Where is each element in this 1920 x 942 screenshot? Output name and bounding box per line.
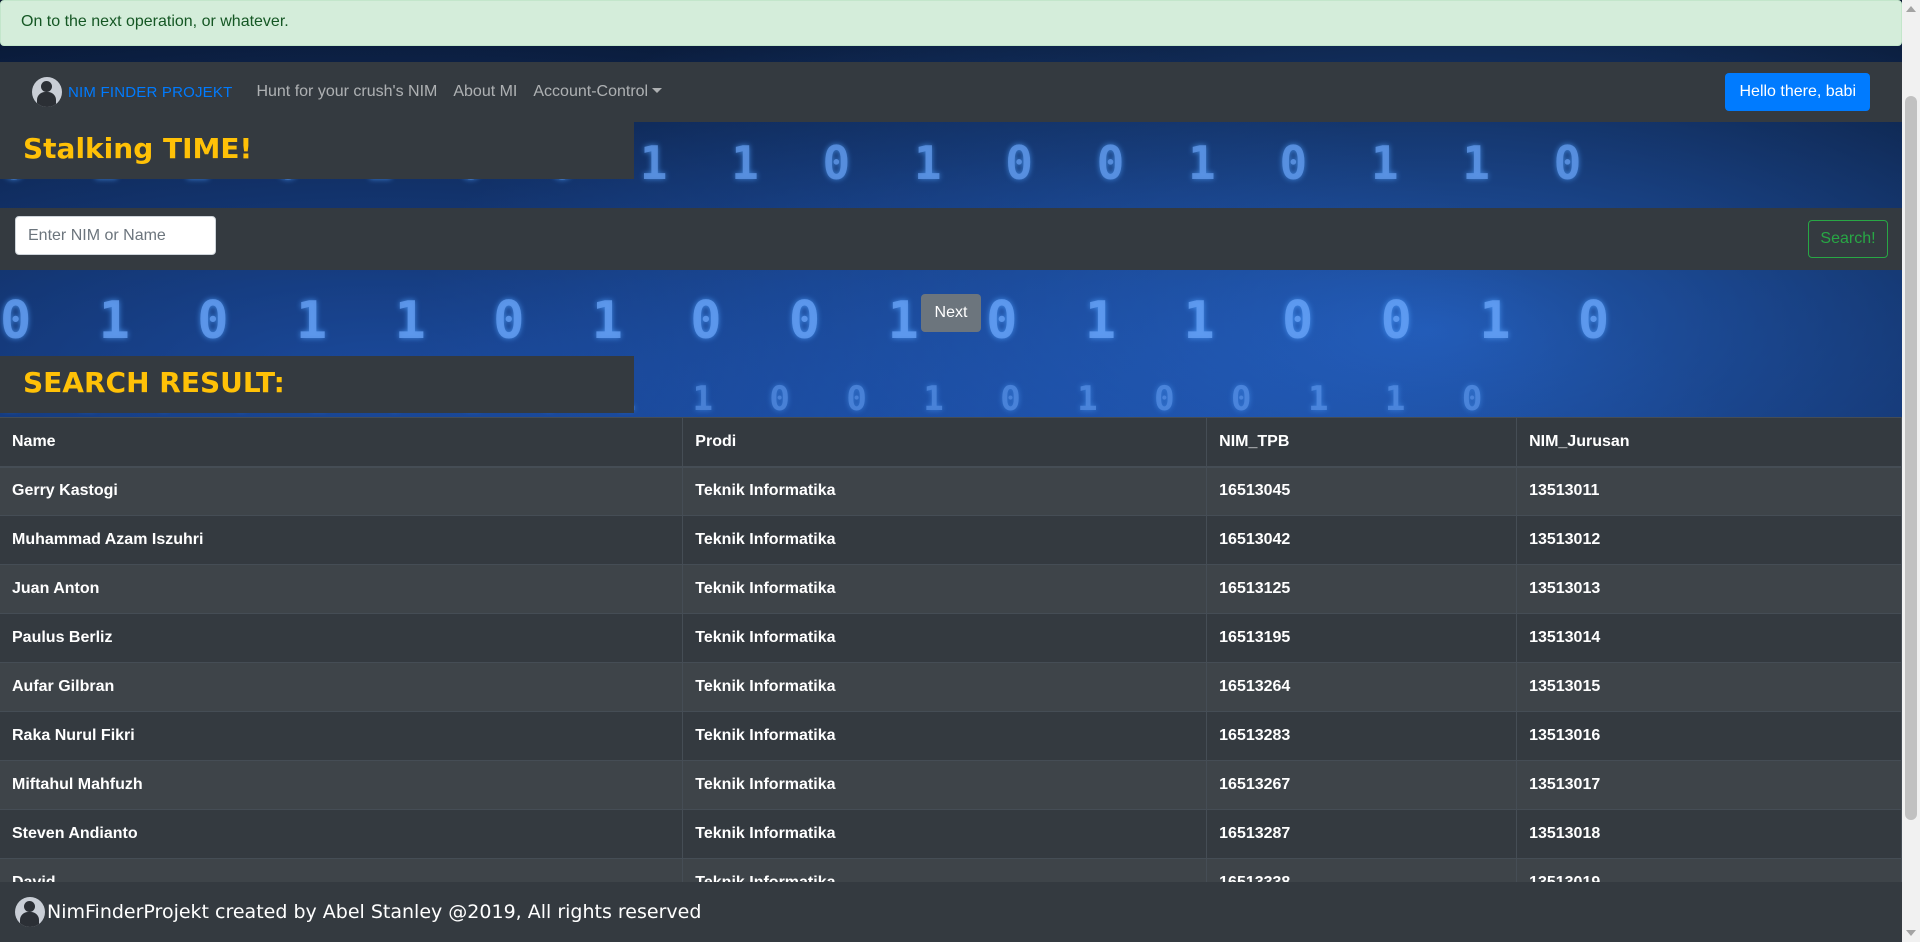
cell-prodi: Teknik Informatika (682, 564, 1208, 614)
stalking-heading-text: Stalking TIME! (23, 132, 253, 165)
cell-name: Paulus Berliz (0, 613, 684, 663)
cell-prodi: Teknik Informatika (682, 662, 1208, 712)
cell-nim-tpb: 16513042 (1206, 515, 1518, 565)
scroll-up-arrow-icon[interactable] (1906, 6, 1916, 12)
cell-nim-jurusan: 13513018 (1516, 809, 1902, 859)
column-header-nim-jurusan: NIM_Jurusan (1516, 417, 1902, 468)
brand-name: NIM FINDER PROJEKT (68, 83, 233, 101)
cell-name: Steven Andianto (0, 809, 684, 859)
cell-nim-tpb: 16513287 (1206, 809, 1518, 859)
cell-prodi: Teknik Informatika (682, 711, 1208, 761)
result-table-container[interactable]: Name Prodi NIM_TPB NIM_Jurusan Gerry Kas… (0, 417, 1902, 882)
nav-dropdown-label: Account-Control (533, 83, 649, 100)
cell-nim-tpb: 16513267 (1206, 760, 1518, 810)
result-table: Name Prodi NIM_TPB NIM_Jurusan Gerry Kas… (0, 417, 1902, 882)
cell-name: David (0, 858, 684, 882)
table-row: Juan Anton Teknik Informatika 16513125 1… (0, 564, 1902, 614)
cell-prodi: Teknik Informatika (682, 760, 1208, 810)
next-page-button[interactable]: Next (921, 294, 981, 332)
search-result-heading: SEARCH RESULT: (0, 356, 634, 413)
cell-nim-jurusan: 13513011 (1516, 466, 1902, 516)
success-alert: On to the next operation, or whatever. (0, 0, 1902, 46)
scroll-down-arrow-icon[interactable] (1906, 930, 1916, 936)
cell-prodi: Teknik Informatika (682, 466, 1208, 516)
cell-nim-jurusan: 13513012 (1516, 515, 1902, 565)
scrollbar-thumb[interactable] (1905, 96, 1917, 820)
cell-nim-jurusan: 13513013 (1516, 564, 1902, 614)
stalking-heading: Stalking TIME! (0, 122, 634, 179)
cell-name: Raka Nurul Fikri (0, 711, 684, 761)
search-input[interactable] (15, 216, 216, 255)
cell-nim-jurusan: 13513015 (1516, 662, 1902, 712)
table-row: David Teknik Informatika 16513338 135130… (0, 858, 1902, 882)
nav-link-about[interactable]: About MI (453, 83, 517, 101)
table-row: Miftahul Mahfuzh Teknik Informatika 1651… (0, 760, 1902, 810)
silhouette-avatar-icon (15, 897, 45, 927)
page-footer: NimFinderProjekt created by Abel Stanley… (0, 882, 1902, 942)
cell-name: Juan Anton (0, 564, 684, 614)
cell-nim-jurusan: 13513019 (1516, 858, 1902, 882)
cell-nim-tpb: 16513283 (1206, 711, 1518, 761)
cell-prodi: Teknik Informatika (682, 613, 1208, 663)
column-header-prodi: Prodi (682, 417, 1208, 468)
cell-nim-jurusan: 13513014 (1516, 613, 1902, 663)
alert-text: On to the next operation, or whatever. (21, 13, 289, 30)
cell-nim-tpb: 16513264 (1206, 662, 1518, 712)
table-row: Raka Nurul Fikri Teknik Informatika 1651… (0, 711, 1902, 761)
cell-name: Miftahul Mahfuzh (0, 760, 684, 810)
search-button[interactable]: Search! (1808, 220, 1888, 258)
column-header-nim-tpb: NIM_TPB (1206, 417, 1518, 468)
brand-link[interactable]: NIM FINDER PROJEKT (32, 77, 232, 107)
silhouette-avatar-icon (32, 77, 62, 107)
table-row: Steven Andianto Teknik Informatika 16513… (0, 809, 1902, 859)
cell-nim-tpb: 16513195 (1206, 613, 1518, 663)
cell-name: Aufar Gilbran (0, 662, 684, 712)
table-row: Aufar Gilbran Teknik Informatika 1651326… (0, 662, 1902, 712)
caret-down-icon (652, 88, 663, 93)
search-bar: Search! (0, 208, 1902, 270)
cell-nim-tpb: 16513045 (1206, 466, 1518, 516)
page-viewport: 1 0 0 1 0 1 1 0 0 1 0 1 0 0 1 1 0 1 0 0 … (0, 0, 1902, 942)
cell-prodi: Teknik Informatika (682, 858, 1208, 882)
table-header-row: Name Prodi NIM_TPB NIM_Jurusan (0, 417, 1902, 468)
cell-nim-tpb: 16513338 (1206, 858, 1518, 882)
footer-text: NimFinderProjekt created by Abel Stanley… (47, 901, 702, 923)
nav-link-hunt[interactable]: Hunt for your crush's NIM (256, 83, 437, 101)
cell-nim-tpb: 16513125 (1206, 564, 1518, 614)
cell-nim-jurusan: 13513016 (1516, 711, 1902, 761)
table-row: Paulus Berliz Teknik Informatika 1651319… (0, 613, 1902, 663)
cell-name: Muhammad Azam Iszuhri (0, 515, 684, 565)
nav-dropdown-account-control[interactable]: Account-Control (533, 83, 663, 101)
top-navbar: NIM FINDER PROJEKT Hunt for your crush's… (0, 62, 1902, 122)
cell-nim-jurusan: 13513017 (1516, 760, 1902, 810)
column-header-name: Name (0, 417, 684, 468)
cell-name: Gerry Kastogi (0, 466, 684, 516)
user-greeting-button[interactable]: Hello there, babi (1725, 73, 1870, 111)
cell-prodi: Teknik Informatika (682, 809, 1208, 859)
search-result-heading-text: SEARCH RESULT: (23, 366, 285, 399)
table-row: Gerry Kastogi Teknik Informatika 1651304… (0, 466, 1902, 516)
table-row: Muhammad Azam Iszuhri Teknik Informatika… (0, 515, 1902, 565)
cell-prodi: Teknik Informatika (682, 515, 1208, 565)
